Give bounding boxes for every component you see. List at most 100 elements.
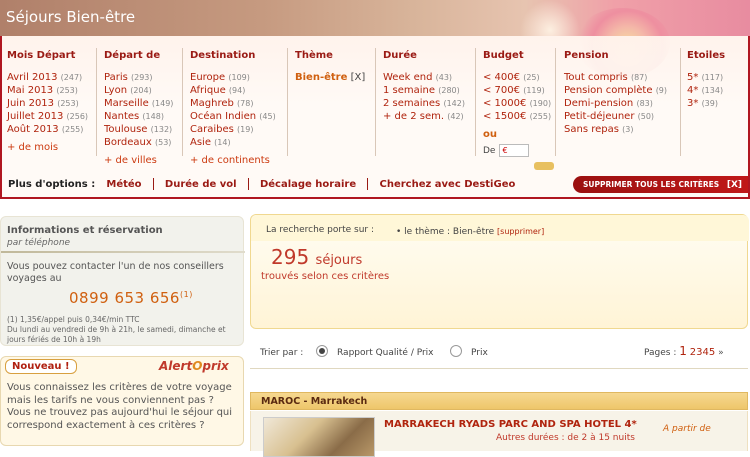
- filter-option[interactable]: Toulouse (132): [104, 123, 173, 136]
- theme-remove-button[interactable]: [X]: [351, 72, 366, 83]
- filter-option-label: Demi-pension: [564, 98, 634, 109]
- budget-submit-button[interactable]: [534, 162, 554, 170]
- hotel-thumbnail[interactable]: [263, 417, 375, 457]
- new-badge: Nouveau !: [5, 359, 77, 374]
- more-options-bar: Plus d'options : Météo Durée de vol Déca…: [8, 178, 515, 190]
- filter-option-label: < 1500€: [483, 111, 527, 122]
- filter-option[interactable]: Juillet 2013 (256): [7, 110, 88, 123]
- result-count: 295 séjours: [271, 245, 362, 269]
- page-link[interactable]: 5: [709, 347, 715, 358]
- theme-selected[interactable]: Bien-être [X]: [295, 71, 365, 84]
- info-text: Vous pouvez contacter l'un de nos consei…: [7, 261, 224, 284]
- filter-option-label: Lyon: [104, 85, 128, 96]
- filter-option-count: (19): [237, 125, 254, 134]
- more-months-link[interactable]: + de mois: [7, 142, 88, 153]
- phone-number-value: 0899 653 656: [69, 289, 180, 307]
- filter-option[interactable]: Week end (43): [383, 71, 465, 84]
- filter-option-label: Afrique: [190, 85, 226, 96]
- sort-quality-price-radio[interactable]: [316, 345, 328, 357]
- filter-option-count: (39): [701, 99, 718, 108]
- hotel-durations: Autres durées : de 2 à 15 nuits: [496, 433, 635, 443]
- filter-option-count: (109): [228, 73, 250, 82]
- filter-option[interactable]: Sans repas (3): [564, 123, 667, 136]
- result-card[interactable]: MARRAKECH RYADS PARC AND SPA HOTEL 4* Au…: [250, 411, 748, 457]
- filter-option-label: Juillet 2013: [7, 111, 64, 122]
- filter-option[interactable]: Marseille (149): [104, 97, 173, 110]
- budget-from-input[interactable]: €: [499, 144, 530, 157]
- logo-part: prix: [202, 359, 229, 373]
- filter-option-label: Bordeaux: [104, 137, 152, 148]
- sort-price-label: Prix: [471, 348, 488, 358]
- filter-option-count: (14): [214, 138, 231, 147]
- info-divider: [1, 251, 245, 253]
- clear-all-criteria-button[interactable]: SUPPRIMER TOUS LES CRITÈRES [X]: [573, 176, 748, 193]
- more-cities-link[interactable]: + de villes: [104, 155, 173, 166]
- filter-option[interactable]: Paris (293): [104, 71, 173, 84]
- phone-number: 0899 653 656(1): [69, 289, 193, 307]
- option-duree-vol-link[interactable]: Durée de vol: [165, 179, 237, 190]
- summary-label: La recherche porte sur :: [266, 225, 375, 235]
- filter-option[interactable]: Europe (109): [190, 71, 276, 84]
- filter-option-count: (119): [523, 86, 545, 95]
- filter-option-count: (253): [56, 86, 78, 95]
- filter-option[interactable]: + de 2 sem. (42): [383, 110, 465, 123]
- filter-option[interactable]: < 1500€ (255): [483, 110, 551, 123]
- column-divider: [555, 48, 556, 156]
- sort-price-radio[interactable]: [450, 345, 462, 357]
- filter-option[interactable]: Caraibes (19): [190, 123, 276, 136]
- filter-option[interactable]: 5* (117): [687, 71, 725, 84]
- next-page-icon[interactable]: »: [718, 348, 724, 358]
- filter-option-label: Nantes: [104, 111, 140, 122]
- summary-remove-link[interactable]: [supprimer]: [497, 227, 544, 236]
- filter-option[interactable]: Tout compris (87): [564, 71, 667, 84]
- hotel-name-link[interactable]: MARRAKECH RYADS PARC AND SPA HOTEL 4*: [384, 419, 637, 430]
- header-banner: Séjours Bien-être: [0, 0, 750, 78]
- filter-option[interactable]: Août 2013 (255): [7, 123, 88, 136]
- alert-prix-panel: Nouveau ! AlertOprix Vous connaissez les…: [0, 356, 244, 446]
- filter-option-count: (148): [142, 112, 164, 121]
- filter-title: Pension: [564, 50, 609, 61]
- filter-option[interactable]: Avril 2013 (247): [7, 71, 88, 84]
- filter-option-label: Maghreb: [190, 98, 234, 109]
- phone-footnote: (1): [179, 290, 193, 299]
- filter-option[interactable]: < 1000€ (190): [483, 97, 551, 110]
- sort-quality-price-label: Rapport Qualité / Prix: [337, 348, 434, 358]
- filter-option[interactable]: < 400€ (25): [483, 71, 551, 84]
- filter-option[interactable]: 3* (39): [687, 97, 725, 110]
- option-meteo-link[interactable]: Météo: [106, 179, 141, 190]
- filter-title: Destination: [190, 50, 256, 61]
- filter-column-theme: Thème Bien-être [X]: [295, 50, 365, 84]
- option-decalage-link[interactable]: Décalage horaire: [260, 179, 356, 190]
- filter-option-label: Avril 2013: [7, 72, 58, 83]
- filter-option[interactable]: Petit-déjeuner (50): [564, 110, 667, 123]
- filter-option[interactable]: Mai 2013 (253): [7, 84, 88, 97]
- filter-option[interactable]: Demi-pension (83): [564, 97, 667, 110]
- filter-option[interactable]: Afrique (94): [190, 84, 276, 97]
- option-destigeo-link[interactable]: Cherchez avec DestiGeo: [379, 179, 515, 190]
- phone-pricing: (1) 1,35€/appel puis 0,34€/min TTC Du lu…: [7, 315, 243, 345]
- close-icon: [X]: [726, 179, 742, 190]
- filter-option[interactable]: Océan Indien (45): [190, 110, 276, 123]
- filter-option[interactable]: Maghreb (78): [190, 97, 276, 110]
- alertoprix-logo[interactable]: AlertOprix: [159, 359, 229, 373]
- filter-option[interactable]: Nantes (148): [104, 110, 173, 123]
- filter-option[interactable]: 2 semaines (142): [383, 97, 465, 110]
- filter-option[interactable]: Bordeaux (53): [104, 136, 173, 149]
- filter-option-label: Tout compris: [564, 72, 628, 83]
- more-continents-link[interactable]: + de continents: [190, 155, 276, 166]
- filter-option[interactable]: 4* (134): [687, 84, 725, 97]
- filter-option[interactable]: 1 semaine (280): [383, 84, 465, 97]
- alert-question-2: Vous ne trouvez pas aujourd'hui le séjou…: [7, 407, 233, 431]
- budget-or-label: ou: [483, 129, 497, 140]
- filter-option[interactable]: Pension complète (9): [564, 84, 667, 97]
- filter-column-duree: Durée Week end (43) 1 semaine (280) 2 sema…: [383, 50, 465, 123]
- filter-option-label: 3*: [687, 98, 699, 109]
- filter-column-budget: Budget < 400€ (25) < 700€ (119) < 1000€ (1…: [483, 50, 551, 157]
- filter-title: Etoiles: [687, 50, 726, 61]
- filter-option-count: (204): [130, 86, 152, 95]
- filter-option-count: (50): [637, 112, 655, 121]
- filter-option[interactable]: Lyon (204): [104, 84, 173, 97]
- filter-option[interactable]: Asie (14): [190, 136, 276, 149]
- filter-option[interactable]: < 700€ (119): [483, 84, 551, 97]
- filter-option[interactable]: Juin 2013 (253): [7, 97, 88, 110]
